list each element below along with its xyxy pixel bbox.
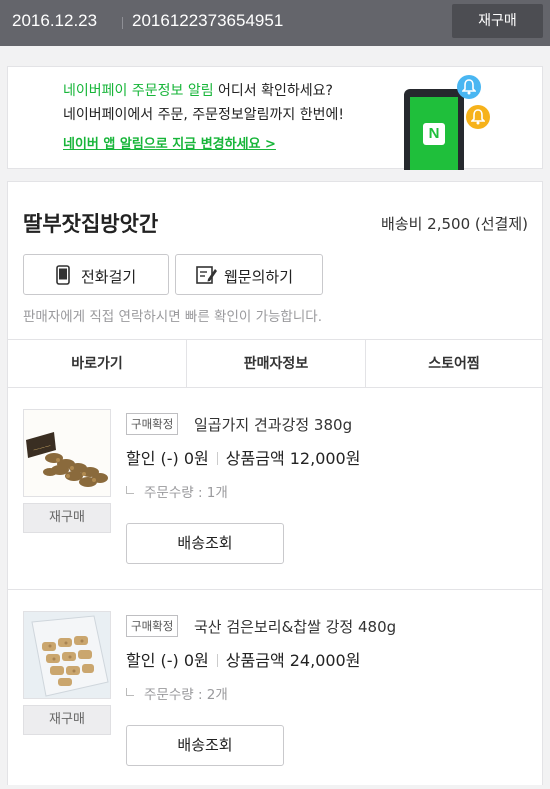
store-name[interactable]: 딸부잣집방앗간 [23,208,158,238]
corner-icon [126,486,134,494]
price-line: 할인 (-) 0원 상품금액 12,000원 [126,445,360,469]
tab-seller-info[interactable]: 판매자정보 [187,340,366,388]
shipping-fee: 배송비 2,500 (선결제) [381,215,528,233]
product-image[interactable]: ——— [23,409,111,497]
store-actions-tabs: 바로가기 판매자정보 스토어찜 [8,339,542,388]
tab-store-favorite[interactable]: 스토어찜 [366,340,542,388]
order-number: 2016122373654951 [132,11,284,30]
order-item: 재구매 구매확정 국산 검은보리&찹쌀 강정 480g 할인 (-) 0원 상품금… [8,589,542,789]
divider [216,452,218,465]
divider [216,654,218,667]
reorder-item-button[interactable]: 재구매 [23,705,111,735]
quantity-text: 주문수량 : 1개 [144,485,228,501]
naver-logo-icon: N [423,123,445,145]
banner-headline: 네이버페이 주문정보 알림 어디서 확인하세요? [63,80,333,100]
status-badge: 구매확정 [126,615,179,637]
notification-banner[interactable]: 네이버페이 주문정보 알림 어디서 확인하세요? 네이버페이에서 주문, 주문정… [7,66,543,170]
product-name[interactable]: 국산 검은보리&찹쌀 강정 480g [194,616,396,637]
discount-amount: 할인 (-) 0원 [126,449,209,468]
phone-illustration: N [404,89,464,170]
order-header: 2016.12.23 2016122373654951 재구매 [0,0,550,46]
banner-link[interactable]: 네이버 앱 알림으로 지금 변경하세요 > [63,133,276,152]
contact-notice: 판매자에게 직접 연락하시면 빠른 확인이 가능합니다. [23,309,322,325]
order-date: 2016.12.23 [12,11,98,30]
track-delivery-button[interactable]: 배송조회 [126,523,284,564]
price-line: 할인 (-) 0원 상품금액 24,000원 [126,647,360,671]
product-price: 상품금액 24,000원 [225,651,361,670]
phone-screen: N [410,97,458,170]
call-seller-label: 전화걸기 [81,268,137,286]
tab-shortcut[interactable]: 바로가기 [8,340,187,388]
status-badge: 구매확정 [126,413,179,435]
track-delivery-button[interactable]: 배송조회 [126,725,284,766]
web-inquiry-button[interactable]: 웹문의하기 [175,254,323,295]
phone-icon [56,265,70,289]
discount-amount: 할인 (-) 0원 [126,651,209,670]
order-quantity: 주문수량 : 1개 [126,481,228,501]
divider [122,17,123,29]
order-item: ——— 재구매 구매확정 일곱가지 견과강정 380g 할인 (-) 0원 상품금… [8,388,542,588]
store-order-card: 딸부잣집방앗간 배송비 2,500 (선결제) 전화걸기 웹문의하기 판매자에게… [7,181,543,785]
reorder-item-button[interactable]: 재구매 [23,503,111,533]
corner-icon [126,688,134,696]
product-image[interactable] [23,611,111,699]
order-quantity: 주문수량 : 2개 [126,683,228,703]
product-price: 상품금액 12,000원 [225,449,361,468]
product-name[interactable]: 일곱가지 견과강정 380g [194,414,352,435]
call-seller-button[interactable]: 전화걸기 [23,254,169,295]
bell-icon [457,75,481,99]
bell-icon [466,105,490,129]
banner-highlight: 네이버페이 주문정보 알림 [63,83,214,99]
quantity-text: 주문수량 : 2개 [144,687,228,703]
banner-question: 어디서 확인하세요? [213,83,333,99]
web-inquiry-label: 웹문의하기 [224,268,294,286]
edit-note-icon [196,265,218,289]
banner-description: 네이버페이에서 주문, 주문정보알림까지 한번에! [63,107,345,123]
reorder-all-button[interactable]: 재구매 [452,4,543,38]
